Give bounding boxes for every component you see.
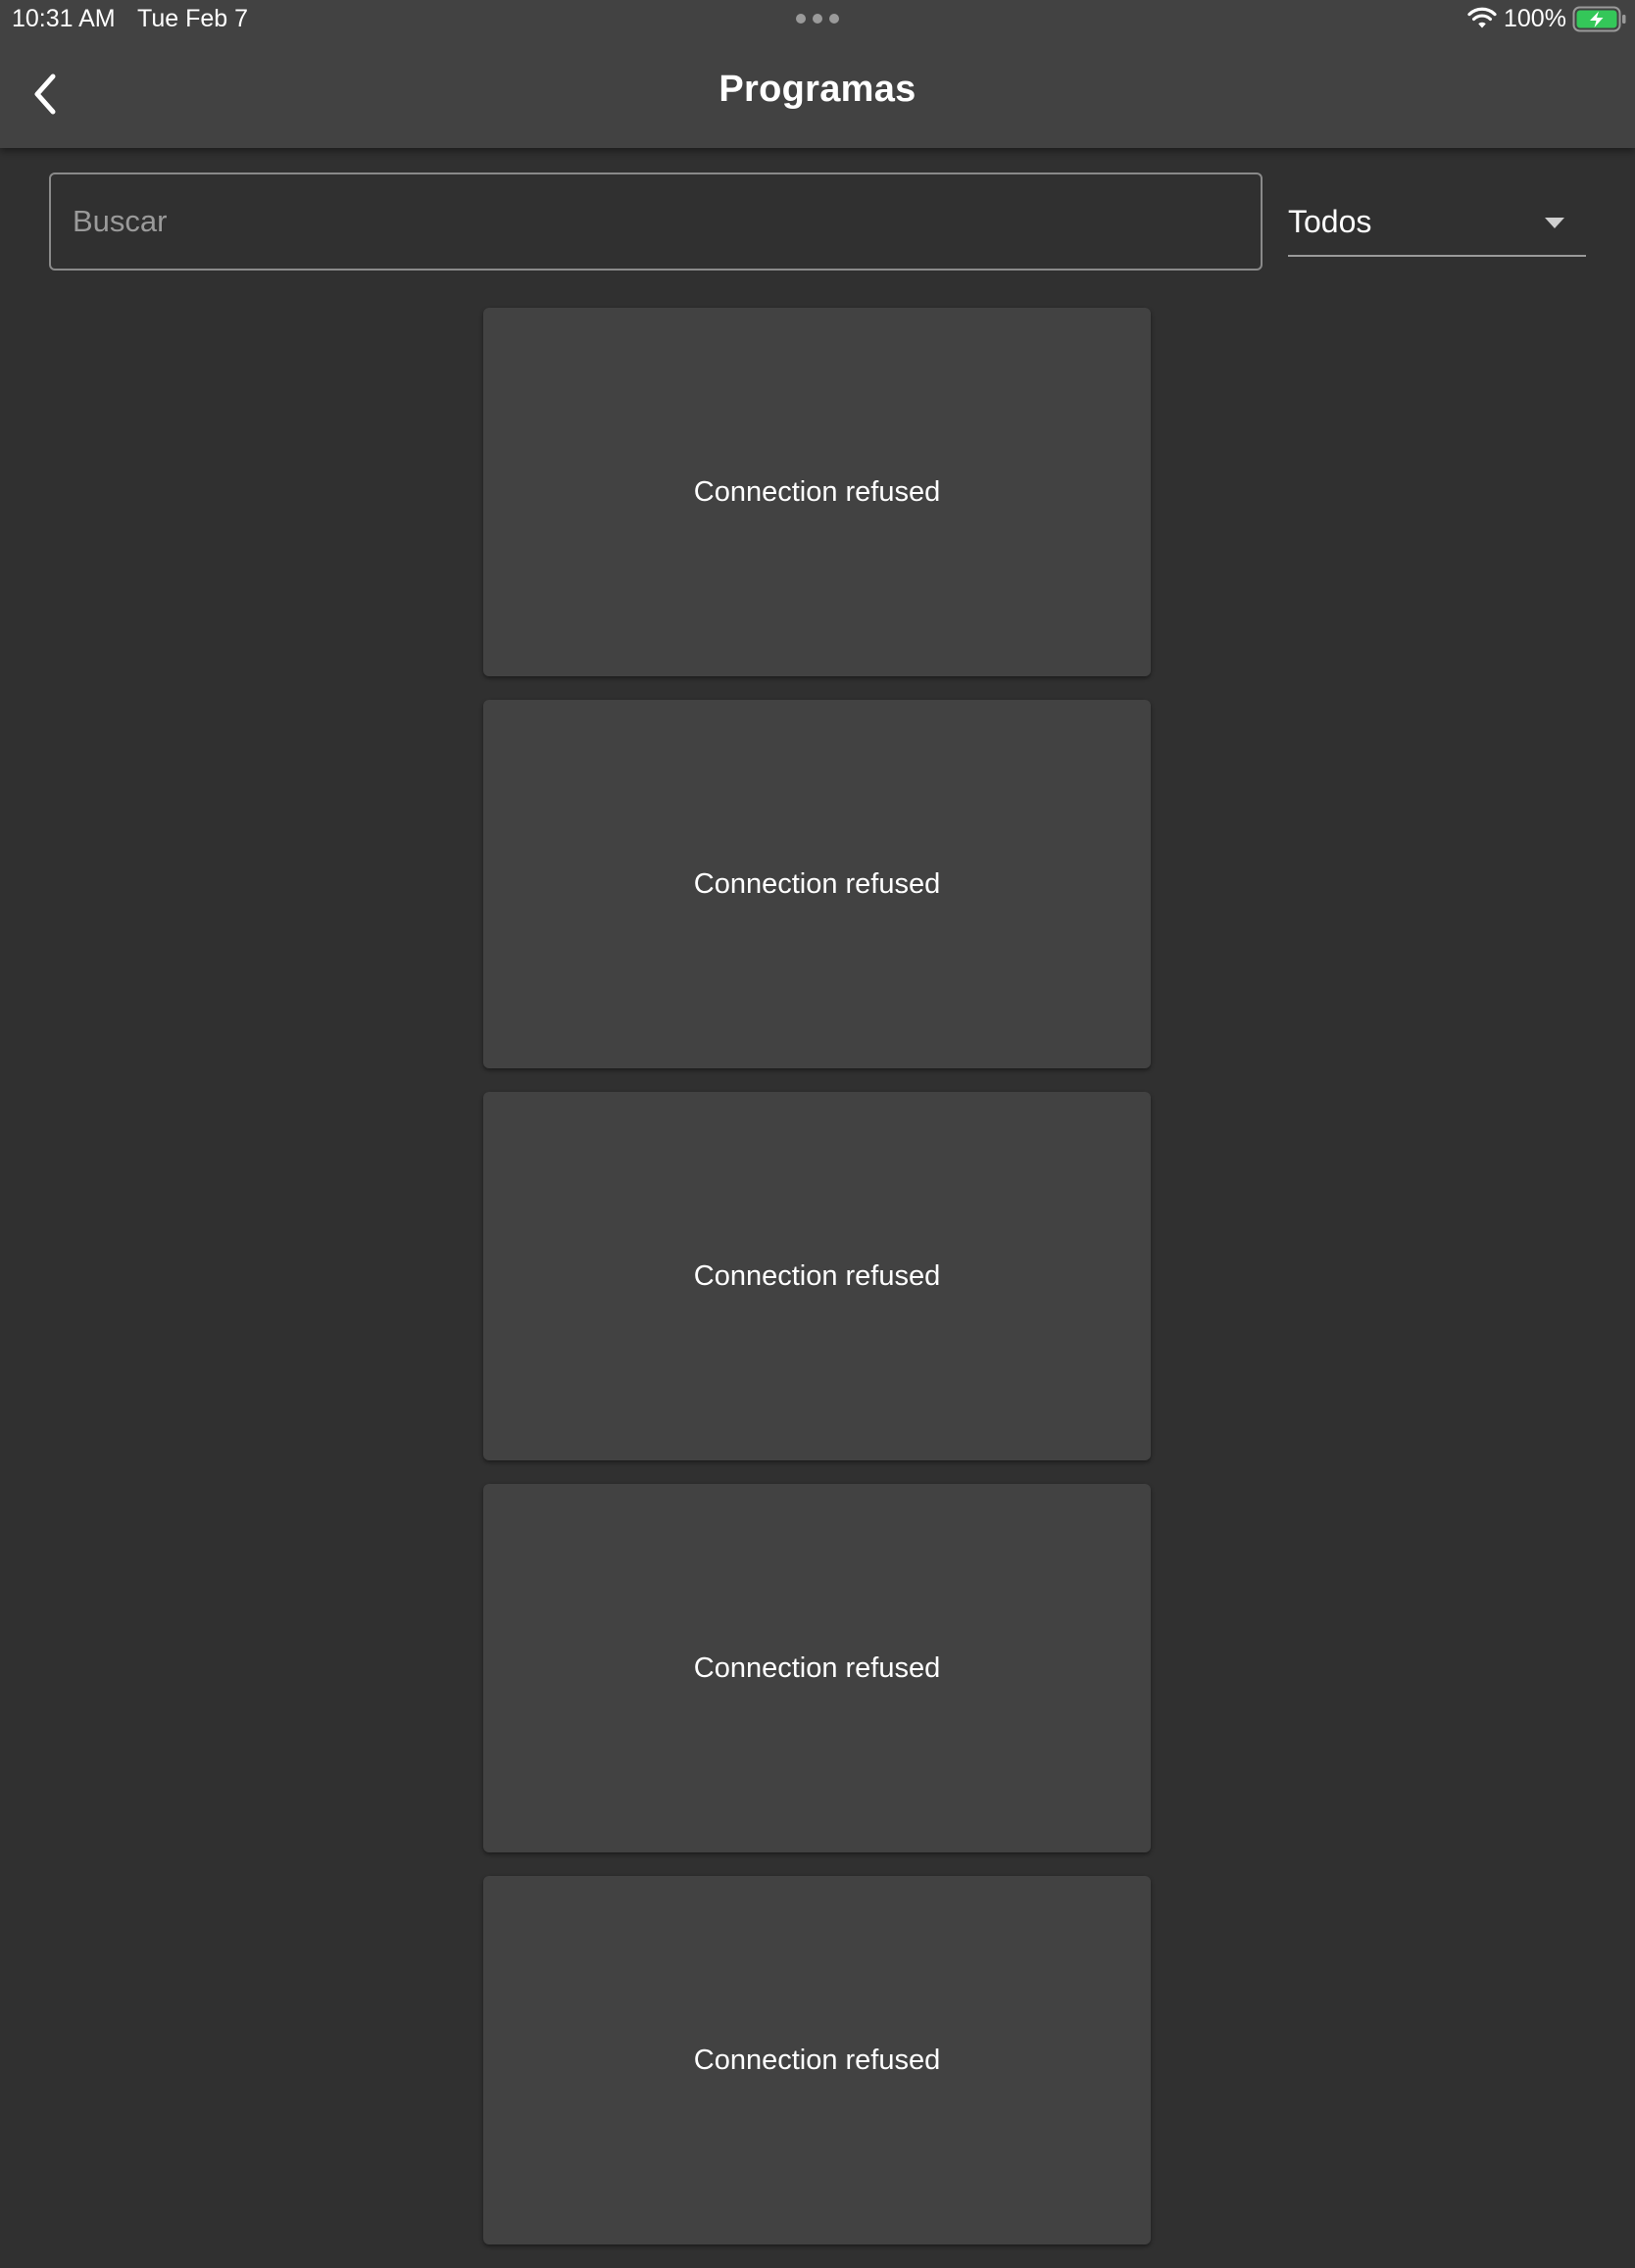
card-error-message: Connection refused <box>693 867 941 900</box>
app-bar: 10:31 AM Tue Feb 7 100% Programas <box>0 0 1635 148</box>
status-time: 10:31 AM <box>12 5 116 32</box>
program-card[interactable]: Connection refused <box>483 1484 1151 1852</box>
status-bar: 10:31 AM Tue Feb 7 100% <box>0 0 1635 39</box>
filter-selected-value: Todos <box>1288 204 1372 239</box>
program-list: Connection refused Connection refused Co… <box>483 308 1151 2268</box>
multitasking-dots-icon[interactable] <box>796 14 839 25</box>
filter-dropdown[interactable]: Todos <box>1288 194 1586 257</box>
card-error-message: Connection refused <box>693 1259 941 1292</box>
search-input[interactable] <box>51 174 1261 269</box>
program-card[interactable]: Connection refused <box>483 1092 1151 1460</box>
card-error-message: Connection refused <box>693 1652 941 1684</box>
battery-percentage: 100% <box>1504 5 1566 32</box>
battery-charging-icon <box>1572 6 1626 32</box>
dropdown-arrow-icon <box>1545 218 1564 228</box>
program-card[interactable]: Connection refused <box>483 308 1151 676</box>
page-title: Programas <box>718 69 917 110</box>
program-card[interactable]: Connection refused <box>483 700 1151 1068</box>
status-date: Tue Feb 7 <box>137 5 249 32</box>
wifi-icon <box>1467 7 1497 28</box>
program-card[interactable]: Connection refused <box>483 1876 1151 2244</box>
search-field[interactable] <box>49 173 1263 271</box>
card-error-message: Connection refused <box>693 2044 941 2076</box>
card-error-message: Connection refused <box>693 475 941 508</box>
